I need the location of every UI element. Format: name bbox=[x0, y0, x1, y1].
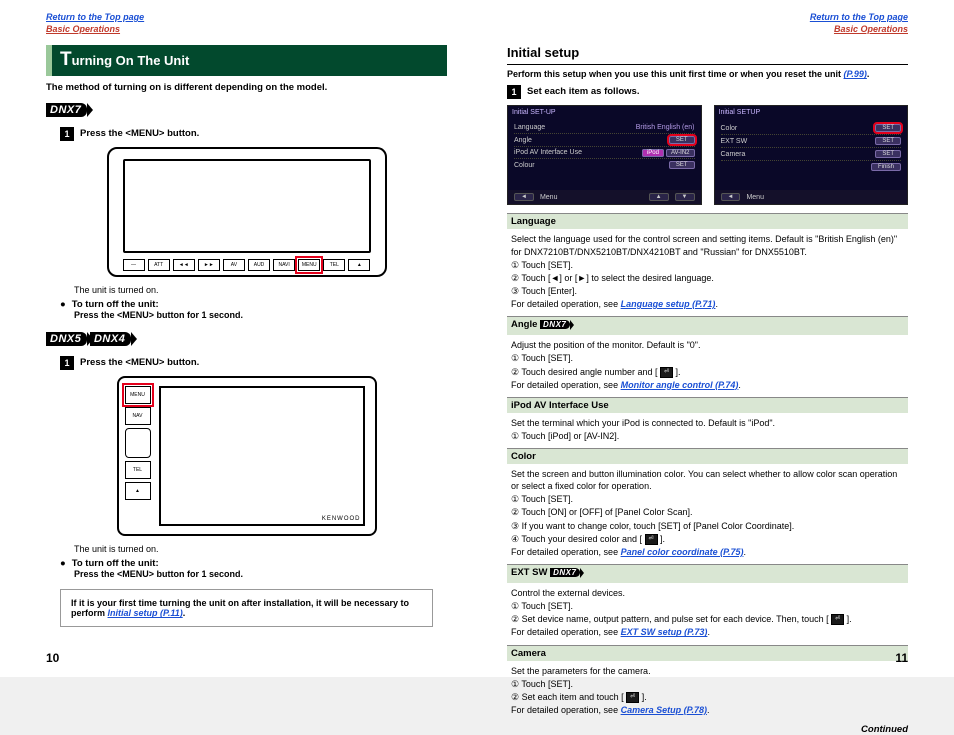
page-right: Return to the Top page Basic Operations … bbox=[477, 0, 954, 677]
subsection-ipod: iPod AV Interface Use bbox=[507, 397, 908, 413]
subsection-camera: Camera bbox=[507, 645, 908, 661]
page-number: 11 bbox=[895, 651, 908, 665]
turn-off-text: Press the <MENU> button for 1 second. bbox=[74, 310, 447, 320]
brand-label: KENWOOD bbox=[322, 516, 361, 522]
link-camera-setup[interactable]: Camera Setup (P.78) bbox=[621, 705, 707, 715]
screenshot-initial-setup-1: Initial SET-UP LanguageBritish English (… bbox=[507, 105, 702, 205]
model-badge-dnx5: DNX5 bbox=[46, 332, 87, 346]
hw-btn-menu: MENU bbox=[125, 386, 151, 404]
return-icon: ⏎ bbox=[831, 614, 844, 625]
model-badge-dnx7-small: DNX7 bbox=[550, 568, 580, 577]
hw-btn: ▲ bbox=[348, 259, 370, 271]
hw-btn: ►► bbox=[198, 259, 220, 271]
turn-off-text-2: Press the <MENU> button for 1 second. bbox=[74, 569, 447, 579]
subsection-angle: Angle DNX7 bbox=[507, 316, 908, 335]
model-badge-dnx7: DNX7 bbox=[46, 103, 87, 117]
return-icon: ⏎ bbox=[660, 367, 673, 378]
page-number: 10 bbox=[46, 651, 59, 665]
step-dnx7-1: 1 Press the <MENU> button. bbox=[60, 127, 447, 141]
hw-btn: TEL bbox=[323, 259, 345, 271]
back-icon: ◄ bbox=[721, 193, 741, 201]
link-panel-color[interactable]: Panel color coordinate (P.75) bbox=[621, 547, 744, 557]
turn-off-heading-2: ●To turn off the unit: bbox=[60, 558, 447, 569]
link-initial-setup[interactable]: Initial setup (P.11) bbox=[108, 608, 183, 618]
down-icon: ▼ bbox=[675, 193, 695, 201]
section-title-initial-setup: Initial setup bbox=[507, 45, 908, 60]
link-extsw-setup[interactable]: EXT SW setup (P.73) bbox=[621, 627, 708, 637]
subsection-color: Color bbox=[507, 448, 908, 464]
page-left: Return to the Top page Basic Operations … bbox=[0, 0, 477, 677]
link-language-setup[interactable]: Language setup (P.71) bbox=[621, 299, 716, 309]
up-icon: ▲ bbox=[649, 193, 669, 201]
set-button: SET bbox=[669, 161, 695, 169]
link-basic-operations[interactable]: Basic Operations bbox=[834, 24, 908, 34]
continued-label: Continued bbox=[507, 724, 908, 735]
finish-button: Finish bbox=[871, 163, 901, 171]
step-number-icon: 1 bbox=[60, 356, 74, 370]
step-number-icon: 1 bbox=[507, 85, 521, 99]
hw-btn: ATT bbox=[148, 259, 170, 271]
hw-btn: NAV bbox=[125, 407, 151, 425]
step-number-icon: 1 bbox=[60, 127, 74, 141]
device-illustration-dnx7: — ATT ◄◄ ►► AV AUD NAVI MENU TEL ▲ bbox=[107, 147, 387, 277]
initial-setup-note: If it is your first time turning the uni… bbox=[60, 589, 433, 627]
top-nav-right: Return to the Top page Basic Operations bbox=[507, 12, 908, 35]
back-icon: ◄ bbox=[514, 193, 534, 201]
dnx7-button-row: — ATT ◄◄ ►► AV AUD NAVI MENU TEL ▲ bbox=[123, 259, 371, 271]
device-illustration-dnx54: MENU NAV TEL ▲ KENWOOD bbox=[117, 376, 377, 536]
unit-on-note: The unit is turned on. bbox=[74, 285, 447, 295]
section-title-turning-on: Turning On The Unit bbox=[46, 45, 447, 76]
subsection-language: Language bbox=[507, 213, 908, 229]
model-badge-dnx4: DNX4 bbox=[90, 332, 131, 346]
page-spread: Return to the Top page Basic Operations … bbox=[0, 0, 954, 677]
return-icon: ⏎ bbox=[626, 692, 639, 703]
link-basic-operations[interactable]: Basic Operations bbox=[46, 24, 120, 34]
setup-intro: Perform this setup when you use this uni… bbox=[507, 69, 908, 79]
hw-btn: — bbox=[123, 259, 145, 271]
set-button: SET bbox=[669, 136, 695, 144]
hw-knob bbox=[125, 428, 151, 458]
hw-btn: NAVI bbox=[273, 259, 295, 271]
link-return-top[interactable]: Return to the Top page bbox=[46, 12, 144, 22]
top-nav-left: Return to the Top page Basic Operations bbox=[46, 12, 447, 35]
hw-btn: ▲ bbox=[125, 482, 151, 500]
link-monitor-angle[interactable]: Monitor angle control (P.74) bbox=[621, 380, 739, 390]
subsection-extsw: EXT SW DNX7 bbox=[507, 564, 908, 583]
hw-btn: AUD bbox=[248, 259, 270, 271]
hw-btn: ◄◄ bbox=[173, 259, 195, 271]
link-p99[interactable]: (P.99) bbox=[844, 69, 867, 79]
screenshot-initial-setup-2: Initial SETUP ColorSET EXT SWSET CameraS… bbox=[714, 105, 909, 205]
step-dnx54-1: 1 Press the <MENU> button. bbox=[60, 356, 447, 370]
step-right-1: 1 Set each item as follows. bbox=[507, 85, 908, 99]
link-return-top[interactable]: Return to the Top page bbox=[810, 12, 908, 22]
hw-btn: AV bbox=[223, 259, 245, 271]
setup-screenshots: Initial SET-UP LanguageBritish English (… bbox=[507, 105, 908, 205]
intro-text: The method of turning on is different de… bbox=[46, 82, 447, 93]
model-badge-dnx7-small: DNX7 bbox=[540, 320, 570, 329]
hw-btn: TEL bbox=[125, 461, 151, 479]
hw-btn-menu: MENU bbox=[298, 259, 320, 271]
unit-on-note-2: The unit is turned on. bbox=[74, 544, 447, 554]
return-icon: ⏎ bbox=[645, 534, 658, 545]
turn-off-heading: ●To turn off the unit: bbox=[60, 299, 447, 310]
